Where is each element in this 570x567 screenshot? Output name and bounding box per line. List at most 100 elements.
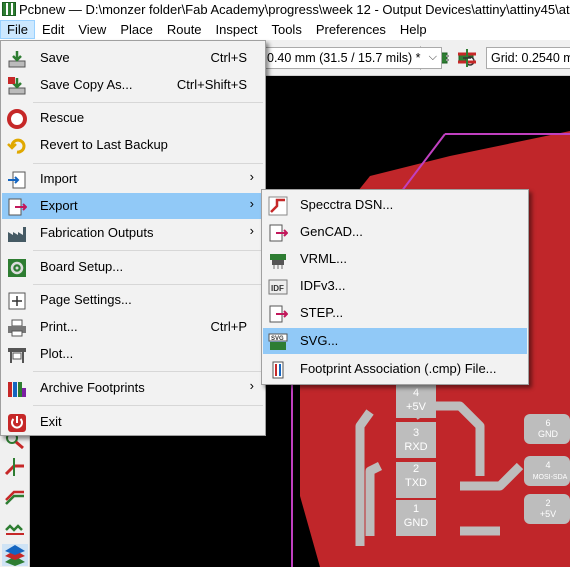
menu-print-shortcut: Ctrl+P (210, 319, 247, 334)
import-icon (7, 170, 27, 190)
menu-save[interactable]: Save Ctrl+S (2, 45, 264, 71)
exit-icon (7, 413, 27, 433)
menu-save-copy-as-label: Save Copy As... (40, 77, 133, 92)
archive-icon (7, 379, 27, 399)
menu-view[interactable]: View (71, 20, 113, 39)
export-step-label: STEP... (300, 305, 344, 320)
menu-edit[interactable]: Edit (35, 20, 71, 39)
menu-file[interactable]: File (0, 19, 35, 39)
menu-page-settings-label: Page Settings... (40, 292, 132, 307)
track-width-select[interactable]: 0.40 mm (31.5 / 15.7 mils) * ⌵ (262, 47, 442, 69)
export-gencad[interactable]: GenCAD... (263, 219, 527, 245)
rpin-4-name: MOSI-SDA (533, 474, 568, 481)
menu-export-label: Export (40, 198, 78, 213)
pin-3-name: RXD (404, 441, 427, 453)
pin-1-num: 1 (413, 503, 419, 515)
menu-plot-label: Plot... (40, 346, 74, 361)
menu-route[interactable]: Route (160, 20, 209, 39)
idf-icon: IDF (268, 277, 288, 297)
svg-icon: SVG (268, 332, 288, 352)
rpin-6-num: 6 (545, 418, 550, 428)
pin-2-num: 2 (413, 463, 419, 475)
menu-import[interactable]: Import › (2, 166, 264, 192)
grid-value: Grid: 0.2540 mm (491, 51, 570, 65)
pin-4-num: 4 (413, 387, 419, 399)
export-vrml-label: VRML... (300, 251, 347, 266)
menu-export[interactable]: Export › (2, 193, 264, 219)
menu-exit-label: Exit (40, 414, 62, 429)
pad-4: 4 +5V (396, 382, 436, 418)
submenu-arrow-icon: › (249, 223, 254, 238)
menu-rescue[interactable]: Rescue (2, 105, 264, 131)
submenu-arrow-icon: › (249, 196, 254, 211)
pcbnew-app-icon (2, 2, 16, 16)
menu-exit[interactable]: Exit (2, 409, 264, 435)
menu-tools[interactable]: Tools (264, 20, 308, 39)
export-footprint-association[interactable]: Footprint Association (.cmp) File... (263, 356, 527, 382)
via-size-icon[interactable] (455, 46, 479, 70)
save-copy-icon (7, 76, 27, 96)
export-icon (7, 197, 27, 217)
menu-revert[interactable]: Revert to Last Backup (2, 132, 264, 158)
vrml-icon (268, 250, 288, 270)
pad-r4: 4 MOSI-SDA (524, 456, 570, 486)
pad-r2: 2 +5V (524, 494, 570, 524)
menu-board-setup[interactable]: Board Setup... (2, 254, 264, 280)
submenu-arrow-icon: › (249, 169, 254, 184)
add-zone-icon[interactable] (2, 544, 28, 566)
menu-fabrication-outputs[interactable]: Fabrication Outputs › (2, 220, 264, 246)
pad-2: 2 TXD (396, 462, 436, 498)
menu-save-shortcut: Ctrl+S (210, 50, 247, 65)
board-setup-icon (7, 258, 27, 278)
file-menu: Save Ctrl+S Save Copy As... Ctrl+Shift+S… (0, 40, 266, 436)
export-footprint-association-label: Footprint Association (.cmp) File... (300, 361, 497, 376)
rpin-2-num: 2 (545, 498, 550, 508)
menu-help[interactable]: Help (393, 20, 434, 39)
footprint-assoc-icon (268, 360, 288, 380)
save-icon (7, 49, 27, 69)
menu-plot[interactable]: Plot... (2, 341, 264, 367)
menu-place[interactable]: Place (113, 20, 160, 39)
window-title: Pcbnew — D:\monzer folder\Fab Academy\pr… (19, 1, 570, 17)
svg-text:IDF: IDF (271, 284, 284, 293)
menu-rescue-label: Rescue (40, 110, 85, 125)
grid-select[interactable]: Grid: 0.2540 mm (486, 47, 570, 69)
step-icon (268, 304, 288, 324)
pin-3-num: 3 (413, 427, 419, 439)
track-width-value: 0.40 mm (31.5 / 15.7 mils) * (267, 51, 421, 65)
export-svg[interactable]: SVG SVG... (263, 328, 527, 354)
gencad-icon (268, 223, 288, 243)
specctra-icon (268, 196, 288, 216)
menu-archive-footprints-label: Archive Footprints (40, 380, 145, 395)
menu-fabrication-outputs-label: Fabrication Outputs (40, 225, 154, 240)
export-svg-label: SVG... (300, 333, 339, 348)
route-diff-pair-icon[interactable] (4, 484, 26, 506)
tune-track-icon[interactable] (4, 516, 26, 538)
menu-page-settings[interactable]: Page Settings... (2, 287, 264, 313)
rpin-2-name: +5V (540, 509, 556, 519)
export-specctra[interactable]: Specctra DSN... (263, 192, 527, 218)
menu-print-label: Print... (40, 319, 78, 334)
export-specctra-label: Specctra DSN... (300, 197, 394, 212)
print-icon (7, 318, 27, 338)
export-gencad-label: GenCAD... (300, 224, 363, 239)
pad-1: 1 GND (396, 500, 436, 536)
revert-icon (7, 136, 27, 156)
menu-save-copy-as-shortcut: Ctrl+Shift+S (176, 77, 247, 92)
page-settings-icon (7, 291, 27, 311)
export-vrml[interactable]: VRML... (263, 246, 527, 272)
route-track-icon[interactable] (4, 456, 26, 478)
export-step[interactable]: STEP... (263, 300, 527, 326)
menu-inspect[interactable]: Inspect (209, 20, 265, 39)
rescue-icon (7, 109, 27, 129)
menu-print[interactable]: Print... Ctrl+P (2, 314, 264, 340)
menu-import-label: Import (40, 171, 77, 186)
export-idfv3[interactable]: IDF IDFv3... (263, 273, 527, 299)
menu-board-setup-label: Board Setup... (40, 259, 124, 274)
rpin-4-num: 4 (545, 460, 550, 470)
plot-icon (7, 345, 27, 365)
menu-archive-footprints[interactable]: Archive Footprints › (2, 375, 264, 401)
menu-save-copy-as[interactable]: Save Copy As... Ctrl+Shift+S (2, 72, 264, 98)
pin-4-name: +5V (406, 401, 427, 413)
menu-preferences[interactable]: Preferences (309, 20, 393, 39)
